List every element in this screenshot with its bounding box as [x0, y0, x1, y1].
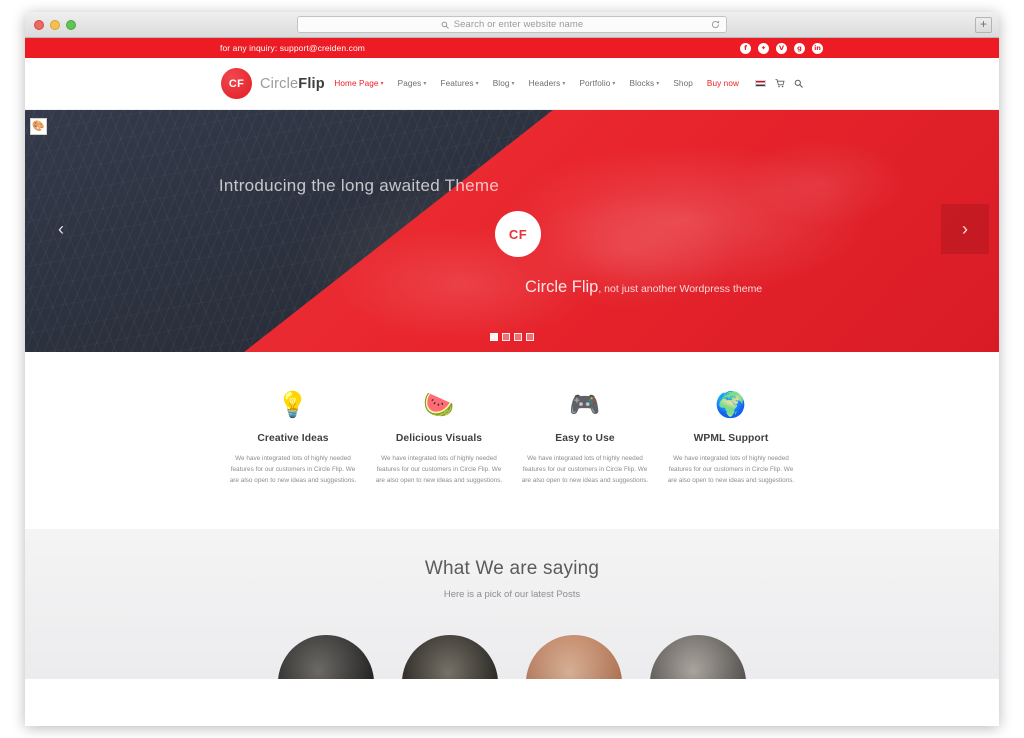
feature-body: We have integrated lots of highly needed… — [229, 455, 357, 485]
hero-next-button[interactable]: › — [941, 204, 989, 254]
feature-body: We have integrated lots of highly needed… — [521, 455, 649, 485]
traffic-lights — [34, 19, 76, 30]
post-thumbnail[interactable] — [526, 635, 622, 680]
hero-dot-3[interactable] — [514, 333, 522, 341]
feature-title: Creative Ideas — [257, 433, 329, 444]
logo-word-flip: Flip — [298, 75, 325, 92]
latest-posts-section: What We are saying Here is a pick of our… — [25, 529, 999, 680]
close-window-button[interactable] — [34, 19, 44, 30]
lightbulb-icon: 💡 — [277, 389, 309, 419]
logo-mark: CF — [221, 68, 252, 99]
hero-dot-1[interactable] — [490, 333, 498, 341]
nav-item-features[interactable]: Features ▾ — [441, 79, 479, 88]
site-header: CF CircleFlip Home Page ▾ Pages ▾ Features… — [25, 58, 999, 110]
feature-body: We have integrated lots of highly needed… — [667, 455, 795, 485]
hero-subtitle: Circle Flip, not just another Wordpress … — [525, 278, 762, 297]
nav-item-headers[interactable]: Headers ▾ — [529, 79, 566, 88]
post-thumbnail[interactable] — [650, 635, 746, 680]
nav-item-blocks[interactable]: Blocks ▾ — [630, 79, 660, 88]
chevron-down-icon: ▾ — [612, 81, 616, 87]
website-viewport: for any inquiry: support@creiden.com f ✦… — [25, 38, 999, 726]
section-title: What We are saying — [424, 558, 600, 580]
browser-chrome: Search or enter website name + — [25, 12, 999, 38]
chevron-down-icon: ▾ — [562, 81, 566, 87]
post-thumbnail[interactable] — [402, 635, 498, 680]
logo-wordmark: CircleFlip — [260, 76, 325, 92]
chevron-down-icon: ▾ — [475, 81, 479, 87]
feature-card-easy-to-use: 🎮 Easy to Use We have integrated lots of… — [512, 389, 658, 486]
nav-item-portfolio[interactable]: Portfolio ▾ — [579, 79, 615, 88]
hero-pagination — [25, 333, 999, 341]
chevron-down-icon: ▾ — [380, 81, 384, 87]
feature-card-wpml-support: 🌍 WPML Support We have integrated lots o… — [658, 389, 804, 486]
feature-title: WPML Support — [693, 433, 769, 444]
facebook-icon[interactable]: f — [740, 42, 751, 54]
browser-window: Search or enter website name + for any i… — [25, 12, 999, 726]
google-plus-icon[interactable]: g — [794, 42, 805, 54]
twitter-icon[interactable]: ✦ — [758, 42, 769, 54]
nav-label: Home Page — [334, 79, 379, 88]
nav-label: Features — [440, 79, 474, 88]
search-icon[interactable] — [794, 79, 803, 88]
top-utility-bar: for any inquiry: support@creiden.com f ✦… — [25, 38, 999, 58]
nav-item-pages[interactable]: Pages ▾ — [398, 79, 427, 88]
nav-label: Blog — [492, 79, 510, 88]
logo-word-circle: Circle — [260, 75, 299, 92]
nav-label: Blocks — [629, 79, 655, 88]
main-navigation: Home Page ▾ Pages ▾ Features ▾ Blog ▾ Header… — [334, 79, 803, 88]
minimize-window-button[interactable] — [50, 19, 60, 30]
cart-icon[interactable] — [775, 79, 785, 88]
hero-dot-2[interactable] — [502, 333, 510, 341]
site-logo[interactable]: CF CircleFlip — [221, 68, 325, 99]
image-badge-icon: 🎨 — [30, 118, 47, 135]
nav-label: Headers — [528, 79, 561, 88]
search-icon — [441, 21, 449, 29]
hero-slider: 🎨 Introducing the long awaited Theme CF … — [25, 110, 999, 352]
header-icons — [755, 79, 803, 88]
feature-card-delicious-visuals: 🍉 Delicious Visuals We have integrated l… — [366, 389, 512, 486]
linkedin-icon[interactable]: in — [812, 42, 823, 54]
gamepad-icon: 🎮 — [569, 389, 601, 419]
hero-sub-brand: Circle Flip — [525, 278, 599, 296]
hero-headline: Introducing the long awaited Theme — [218, 176, 500, 195]
feature-title: Easy to Use — [555, 433, 615, 444]
hero-sub-tagline: , not just another Wordpress theme — [598, 283, 763, 295]
address-bar-placeholder: Search or enter website name — [453, 19, 584, 30]
hero-circle-mark: CF — [495, 211, 541, 257]
feature-card-creative-ideas: 💡 Creative Ideas We have integrated lots… — [220, 389, 366, 486]
address-bar[interactable]: Search or enter website name — [297, 16, 727, 33]
hero-prev-button[interactable]: ‹ — [37, 204, 85, 254]
watermelon-icon: 🍉 — [423, 389, 455, 419]
new-tab-button[interactable]: + — [975, 17, 992, 33]
section-subtitle: Here is a pick of our latest Posts — [443, 589, 581, 601]
feature-title: Delicious Visuals — [395, 433, 483, 444]
nav-item-shop[interactable]: Shop — [673, 79, 693, 88]
zoom-window-button[interactable] — [66, 19, 76, 30]
features-section: 💡 Creative Ideas We have integrated lots… — [25, 352, 999, 530]
hero-dot-4[interactable] — [526, 333, 534, 341]
reload-icon[interactable] — [711, 20, 720, 29]
nav-item-blog[interactable]: Blog ▾ — [493, 79, 515, 88]
vimeo-icon[interactable]: V — [776, 42, 787, 54]
nav-item-buy-now[interactable]: Buy now — [707, 79, 739, 88]
inquiry-text: for any inquiry: support@creiden.com — [220, 43, 365, 53]
nav-label: Pages — [397, 79, 422, 88]
chevron-down-icon: ▾ — [511, 81, 515, 87]
globe-icon: 🌍 — [715, 389, 747, 419]
chevron-down-icon: ▾ — [656, 81, 660, 87]
social-links: f ✦ V g in — [740, 42, 823, 54]
feature-body: We have integrated lots of highly needed… — [375, 455, 503, 485]
nav-item-home-page[interactable]: Home Page ▾ — [334, 79, 383, 88]
post-thumbnail[interactable] — [278, 635, 374, 680]
nav-label: Portfolio — [579, 79, 611, 88]
post-thumbnail-row — [25, 635, 999, 680]
chevron-down-icon: ▾ — [423, 81, 427, 87]
flag-icon[interactable] — [755, 80, 766, 87]
